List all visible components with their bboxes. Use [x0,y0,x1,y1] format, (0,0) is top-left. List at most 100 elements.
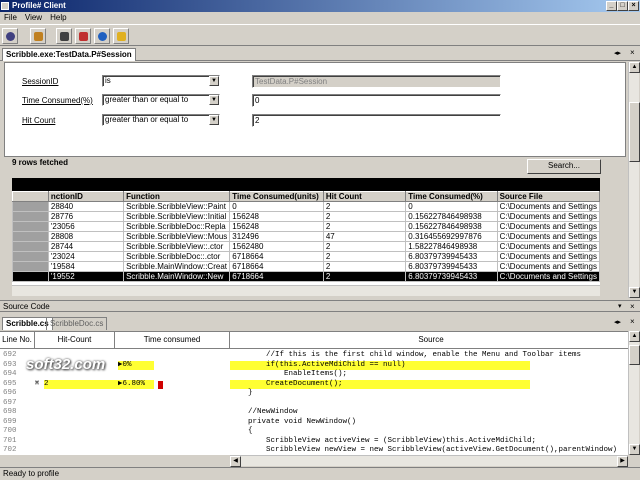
menu-help[interactable]: Help [46,12,70,24]
filter-operator-sessionid[interactable]: is ▼ [102,75,220,87]
grid-header-time-percent[interactable]: Time Consumed(%) [405,191,498,202]
main-vertical-scrollbar[interactable]: ▲ ▼ [628,62,640,298]
row-header[interactable] [12,251,49,262]
help-icon [117,32,126,41]
grid-header-hit-count[interactable]: Hit Count [322,191,407,202]
pin-icon[interactable]: ▾ [618,301,622,313]
pane-close-icon[interactable]: × [630,301,635,313]
table-cell: 0 [405,201,498,212]
close-button[interactable]: × [628,1,639,11]
open-button[interactable] [2,28,18,44]
tab-scribbledoc-cs[interactable]: ScribbleDoc.cs [46,317,108,330]
tab-session[interactable]: Scribble.exe:TestData.P#Session [2,48,136,61]
menu-view[interactable]: View [21,12,46,24]
row-header[interactable] [12,231,49,242]
filter-button[interactable] [75,28,91,44]
col-header-hit-count: Hit-Count [35,332,115,349]
table-cell: C:\Documents and Settings [496,211,600,222]
filter-value-time-consumed[interactable]: 0 [252,94,501,107]
table-row[interactable]: '23024 Scribble.ScribbleDoc::.ctor 6718664… [12,251,600,262]
table-cell: Scribble.ScribbleView::Initial [123,211,231,222]
filter-panel: SessionID is ▼ TestData.P#Session Time Co… [4,62,626,157]
maximize-button[interactable]: □ [617,1,628,11]
table-cell: C:\Documents and Settings [496,201,600,212]
source-vertical-scrollbar[interactable]: ▲ ▼ [628,331,640,455]
source-text: if(this.ActiveMdiChild == null) [230,360,530,370]
globe-button[interactable] [94,28,110,44]
chevron-down-icon[interactable]: ▼ [209,95,219,105]
filter-operator-time-consumed[interactable]: greater than or equal to ▼ [102,94,220,106]
table-row[interactable]: '19552 Scribble.MainWindow::New 6718664 2 6.… [12,271,600,282]
row-header[interactable] [12,201,49,212]
table-cell: 2 [322,221,407,232]
breakpoint-icon[interactable]: ⌘ [35,380,39,390]
row-header[interactable] [12,241,49,252]
table-cell: 2 [322,201,407,212]
scroll-down-button[interactable]: ▼ [629,287,640,298]
table-cell: 2 [322,251,407,262]
source-tab-scroll-arrows[interactable]: ◂▸ [614,318,621,326]
save-button[interactable] [56,28,72,44]
row-header[interactable] [12,271,49,282]
chevron-down-icon[interactable]: ▼ [209,115,219,125]
table-cell: Scribble.MainWindow::New [123,271,231,282]
scroll-thumb[interactable] [629,102,640,162]
filter-label-sessionid: SessionID [22,77,59,86]
tab-close-icon[interactable]: × [630,48,635,57]
menu-bar: File View Help [0,12,640,24]
table-row[interactable]: '23056 Scribble.ScribbleDoc::Repla 156248 2… [12,221,600,232]
scroll-thumb[interactable] [629,345,640,365]
table-cell: 2 [322,211,407,222]
table-cell: 6.80379739945433 [405,261,498,272]
table-cell: 1.58227846498938 [405,241,498,252]
table-cell: C:\Documents and Settings [496,251,600,262]
code-line: 699 private void NewWindow() [0,418,632,428]
table-cell: '19552 [47,271,125,282]
time-consumed-cell: ▶6.80% [118,379,154,389]
table-cell: '19584 [47,261,125,272]
scroll-down-button[interactable]: ▼ [629,444,640,455]
scroll-right-button[interactable]: ▶ [617,456,628,467]
chevron-down-icon[interactable]: ▼ [209,76,219,86]
scroll-up-button[interactable]: ▲ [629,331,640,342]
table-row[interactable]: 28808 Scribble.ScribbleView::Mous 312496 47… [12,231,600,242]
grid-horizontal-scrollbar[interactable] [12,285,600,296]
table-cell: C:\Documents and Settings [496,271,600,282]
row-header[interactable] [12,221,49,232]
row-header[interactable] [12,261,49,272]
table-cell: 2 [322,271,407,282]
menu-file[interactable]: File [0,12,21,24]
table-row[interactable]: '19584 Scribble.MainWindow::Creat 6718664 2… [12,261,600,272]
tab-scroll-arrows[interactable]: ◂▸ [614,49,621,57]
table-row[interactable]: 28744 Scribble.ScribbleView::.ctor 1562480… [12,241,600,252]
title-bar: Profile# Client _ □ × [0,0,640,12]
line-number: 693 [3,360,17,369]
table-row[interactable]: 28840 Scribble.ScribbleView::Paint 0 2 0 C:\D… [12,201,600,212]
grid-header-source-file[interactable]: Source File [496,191,600,202]
source-tab-close-icon[interactable]: × [630,317,635,326]
search-button[interactable]: Search... [527,159,601,174]
line-number: 694 [3,370,17,378]
table-row[interactable]: 28776 Scribble.ScribbleView::Initial 15624… [12,211,600,222]
help-button[interactable] [113,28,129,44]
table-cell: 28808 [47,231,125,242]
row-header[interactable] [12,211,49,222]
grid-header-function[interactable]: Function [123,191,231,202]
folder-button[interactable] [30,28,46,44]
filter-operator-hit-count[interactable]: greater than or equal to ▼ [102,114,220,126]
operator-value: greater than or equal to [105,95,189,104]
minimize-button[interactable]: _ [606,1,617,11]
operator-value: greater than or equal to [105,115,189,124]
grid-header-time-units[interactable]: Time Consumed(units) [229,191,324,202]
scroll-up-button[interactable]: ▲ [629,62,640,73]
scroll-left-button[interactable]: ◀ [230,456,241,467]
table-cell: Scribble.ScribbleDoc::.ctor [123,251,231,262]
results-table: nctionID Function Time Consumed(units) H… [12,191,600,282]
status-bar: Ready to profile [0,467,640,480]
table-cell: 2 [322,241,407,252]
filter-value-hit-count[interactable]: 2 [252,114,501,127]
table-cell: Scribble.ScribbleView::Paint [123,201,231,212]
source-horizontal-scrollbar[interactable]: ◀ ▶ [230,455,628,467]
table-cell: 28776 [47,211,125,222]
grid-header-functionid[interactable]: nctionID [47,191,125,202]
